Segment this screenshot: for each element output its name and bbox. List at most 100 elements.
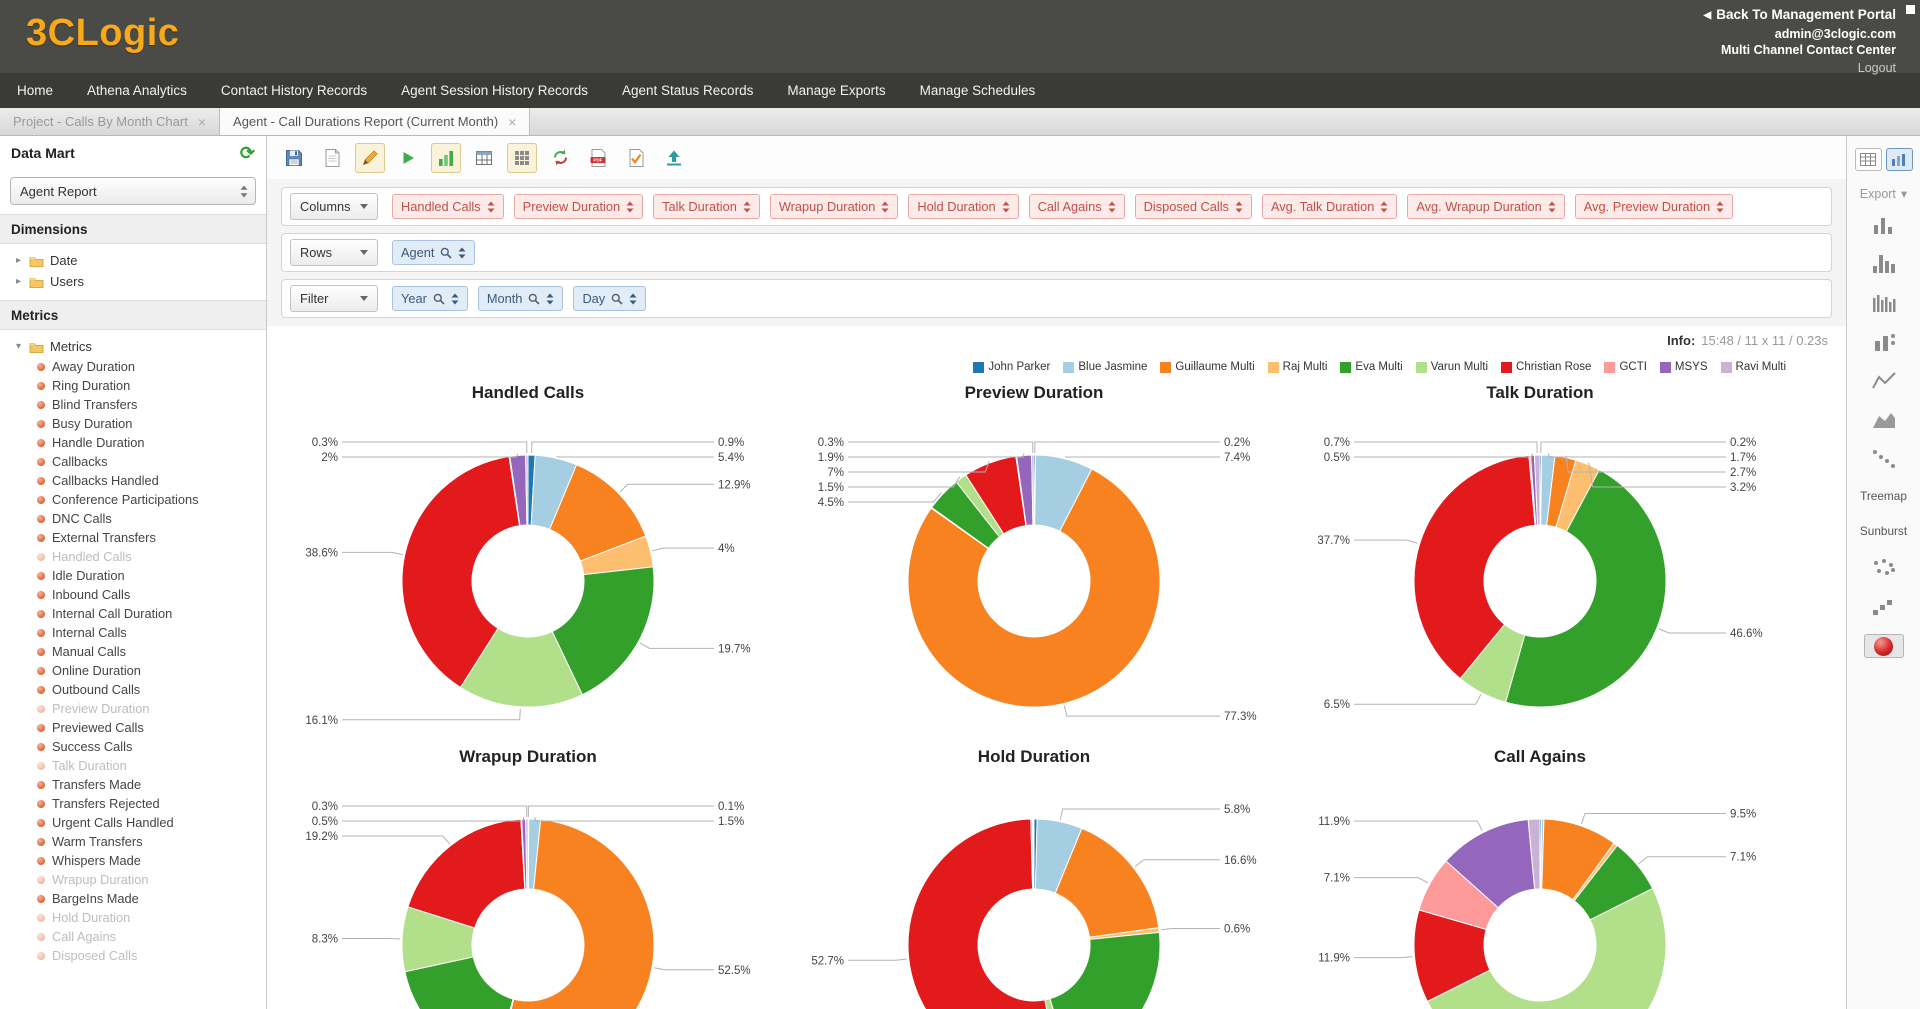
metric-item-wrapup-duration[interactable]: Wrapup Duration xyxy=(0,870,266,889)
chart-type-column-tall-button[interactable] xyxy=(1864,252,1904,276)
dimension-pill-year[interactable]: Year xyxy=(392,286,468,311)
sort-arrows-icon[interactable] xyxy=(626,201,634,213)
metric-item-urgent-calls-handled[interactable]: Urgent Calls Handled xyxy=(0,813,266,832)
nav-item-agent-session-history-records[interactable]: Agent Session History Records xyxy=(384,73,605,108)
sort-arrows-icon[interactable] xyxy=(1380,201,1388,213)
nav-item-home[interactable]: Home xyxy=(0,73,70,108)
metric-pill-talk-duration[interactable]: Talk Duration xyxy=(653,194,760,219)
metric-item-whispers-made[interactable]: Whispers Made xyxy=(0,851,266,870)
tab-agent-call-durations-report-current-month[interactable]: Agent - Call Durations Report (Current M… xyxy=(220,108,531,135)
metric-item-dnc-calls[interactable]: DNC Calls xyxy=(0,509,266,528)
chart-type-histogram-button[interactable] xyxy=(1864,291,1904,315)
chart-view-toggle[interactable] xyxy=(1885,148,1913,171)
metric-item-outbound-calls[interactable]: Outbound Calls xyxy=(0,680,266,699)
back-to-portal-link[interactable]: ◀ Back To Management Portal xyxy=(1704,7,1897,26)
metric-item-previewed-calls[interactable]: Previewed Calls xyxy=(0,718,266,737)
metric-item-idle-duration[interactable]: Idle Duration xyxy=(0,566,266,585)
metric-item-preview-duration[interactable]: Preview Duration xyxy=(0,699,266,718)
chart-type-steps-button[interactable] xyxy=(1864,595,1904,619)
metric-item-callbacks[interactable]: Callbacks xyxy=(0,452,266,471)
sort-arrows-icon[interactable] xyxy=(451,293,459,305)
tab-close-icon[interactable]: × xyxy=(508,115,516,129)
nav-item-athena-analytics[interactable]: Athena Analytics xyxy=(70,73,204,108)
nav-item-contact-history-records[interactable]: Contact History Records xyxy=(204,73,384,108)
dimension-pill-agent[interactable]: Agent xyxy=(392,240,476,265)
chart-type-pie-3d-button[interactable] xyxy=(1863,634,1904,658)
chart-type-bar-dot-button[interactable] xyxy=(1864,330,1904,354)
refresh-data-button[interactable] xyxy=(545,143,575,173)
grid-view-button[interactable] xyxy=(507,142,537,173)
metric-item-internal-call-duration[interactable]: Internal Call Duration xyxy=(0,604,266,623)
chart-type-column-button[interactable] xyxy=(1864,213,1904,237)
chart-view-button[interactable] xyxy=(431,142,461,173)
export-button[interactable]: Export ▾ xyxy=(1860,186,1907,202)
sort-arrows-icon[interactable] xyxy=(1108,201,1116,213)
save-button[interactable] xyxy=(279,143,309,173)
logout-link[interactable]: Logout xyxy=(1704,60,1896,77)
metric-item-away-duration[interactable]: Away Duration xyxy=(0,357,266,376)
chart-type-scatter-line-button[interactable] xyxy=(1864,447,1904,471)
tab-close-icon[interactable]: × xyxy=(198,115,206,129)
metric-item-bargeins-made[interactable]: BargeIns Made xyxy=(0,889,266,908)
new-report-button[interactable] xyxy=(317,143,347,173)
donut-slice-ravi-multi[interactable] xyxy=(1032,818,1035,890)
metric-pill-disposed-calls[interactable]: Disposed Calls xyxy=(1134,194,1252,219)
donut-slice-eva-multi[interactable] xyxy=(1049,931,1161,1009)
dimension-pill-day[interactable]: Day xyxy=(573,286,647,311)
expand-arrow-icon[interactable]: ▸ xyxy=(14,255,23,266)
collapse-arrow-icon[interactable]: ▾ xyxy=(14,341,23,352)
metric-item-blind-transfers[interactable]: Blind Transfers xyxy=(0,395,266,414)
metric-item-conference-participations[interactable]: Conference Participations xyxy=(0,490,266,509)
metric-item-transfers-made[interactable]: Transfers Made xyxy=(0,775,266,794)
metric-item-handle-duration[interactable]: Handle Duration xyxy=(0,433,266,452)
metric-item-warm-transfers[interactable]: Warm Transfers xyxy=(0,832,266,851)
chart-type-sunburst-button[interactable]: Sunburst xyxy=(1860,524,1907,538)
metric-item-call-agains[interactable]: Call Agains xyxy=(0,927,266,946)
metric-item-talk-duration[interactable]: Talk Duration xyxy=(0,756,266,775)
validate-button[interactable] xyxy=(621,143,651,173)
tab-project-calls-by-month-chart[interactable]: Project - Calls By Month Chart × xyxy=(0,108,221,135)
nav-item-manage-exports[interactable]: Manage Exports xyxy=(770,73,902,108)
chart-type-treemap-button[interactable]: Treemap xyxy=(1860,489,1907,503)
dimension-folder-users[interactable]: ▸ Users xyxy=(0,271,266,292)
metric-item-manual-calls[interactable]: Manual Calls xyxy=(0,642,266,661)
sort-arrows-icon[interactable] xyxy=(881,201,889,213)
table-view-toggle[interactable] xyxy=(1854,148,1882,171)
metric-pill-preview-duration[interactable]: Preview Duration xyxy=(513,194,644,219)
sort-arrows-icon[interactable] xyxy=(1002,201,1010,213)
filter-dropdown[interactable]: Filter xyxy=(290,285,378,312)
pivot-table-button[interactable] xyxy=(469,143,499,173)
columns-dropdown[interactable]: Columns xyxy=(290,193,378,220)
metric-pill-handled-calls[interactable]: Handled Calls xyxy=(392,194,504,219)
rows-dropdown[interactable]: Rows xyxy=(290,239,378,266)
sort-arrows-icon[interactable] xyxy=(743,201,751,213)
dimension-pill-month[interactable]: Month xyxy=(477,286,564,311)
sort-arrows-icon[interactable] xyxy=(1235,201,1243,213)
dimension-folder-date[interactable]: ▸ Date xyxy=(0,250,266,271)
metric-item-handled-calls[interactable]: Handled Calls xyxy=(0,547,266,566)
window-corner-button[interactable] xyxy=(1906,5,1915,14)
metric-item-online-duration[interactable]: Online Duration xyxy=(0,661,266,680)
metric-item-success-calls[interactable]: Success Calls xyxy=(0,737,266,756)
metric-item-ring-duration[interactable]: Ring Duration xyxy=(0,376,266,395)
sort-arrows-icon[interactable] xyxy=(546,293,554,305)
metric-item-callbacks-handled[interactable]: Callbacks Handled xyxy=(0,471,266,490)
export-pdf-button[interactable]: PDF xyxy=(583,143,613,173)
sort-arrows-icon[interactable] xyxy=(1716,201,1724,213)
sort-arrows-icon[interactable] xyxy=(629,293,637,305)
upload-button[interactable] xyxy=(659,143,689,173)
metric-pill-avg-talk-duration[interactable]: Avg. Talk Duration xyxy=(1261,194,1398,219)
report-select[interactable]: Agent Report xyxy=(10,177,256,205)
metric-item-transfers-rejected[interactable]: Transfers Rejected xyxy=(0,794,266,813)
metric-item-disposed-calls[interactable]: Disposed Calls xyxy=(0,946,266,965)
refresh-icon[interactable]: ⟳ xyxy=(240,143,255,164)
metric-pill-wrapup-duration[interactable]: Wrapup Duration xyxy=(769,194,899,219)
metric-item-external-transfers[interactable]: External Transfers xyxy=(0,528,266,547)
metric-item-internal-calls[interactable]: Internal Calls xyxy=(0,623,266,642)
chart-type-area-button[interactable] xyxy=(1864,408,1904,432)
metric-pill-avg-wrapup-duration[interactable]: Avg. Wrapup Duration xyxy=(1407,194,1565,219)
chart-type-scatter-button[interactable] xyxy=(1864,556,1904,580)
metric-item-hold-duration[interactable]: Hold Duration xyxy=(0,908,266,927)
metric-pill-call-agains[interactable]: Call Agains xyxy=(1028,194,1125,219)
nav-item-manage-schedules[interactable]: Manage Schedules xyxy=(903,73,1053,108)
